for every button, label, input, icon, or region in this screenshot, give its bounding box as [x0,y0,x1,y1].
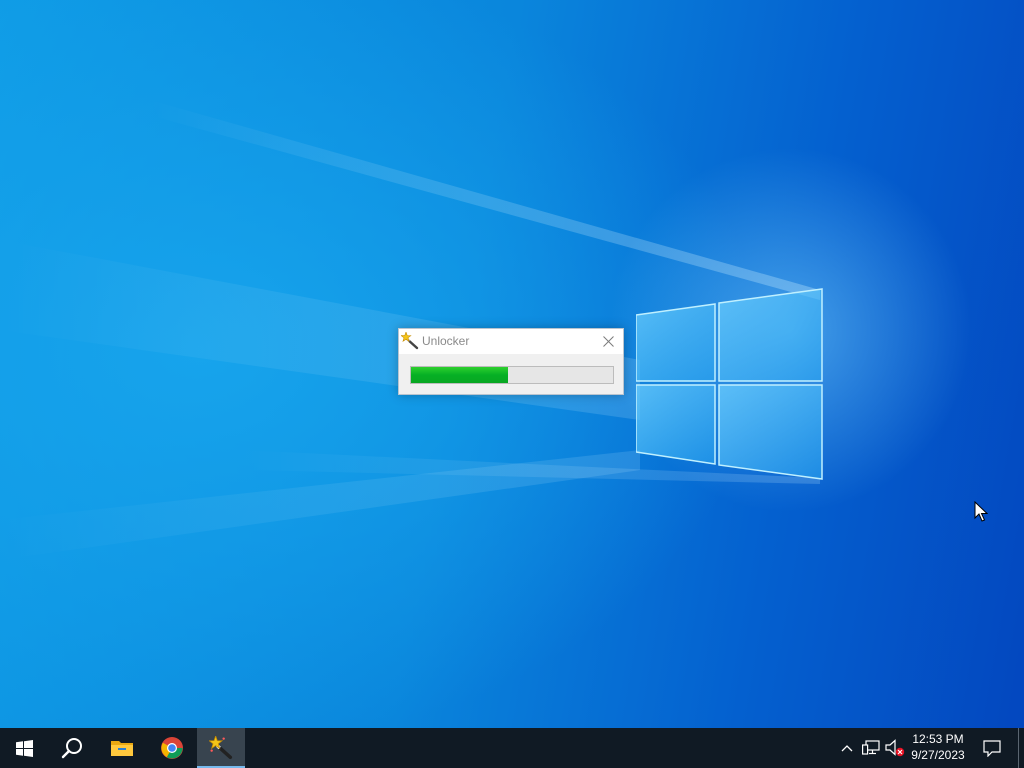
clock-time: 12:53 PM [912,732,964,746]
folder-icon [111,741,133,756]
volume-button[interactable] [884,728,906,768]
start-button[interactable] [0,728,48,768]
progress-bar-fill [411,367,508,383]
network-icon [862,740,880,755]
network-button[interactable] [860,728,882,768]
dialog-titlebar[interactable]: Unlocker [399,329,623,354]
dialog-title: Unlocker [422,334,470,348]
chrome-icon [161,737,183,759]
desktop-background: Unlocker [0,0,1024,728]
chrome-button[interactable] [148,728,196,768]
unlocker-dialog: Unlocker [398,328,624,395]
unlocker-taskbar-button[interactable] [197,728,245,768]
windows-logo-wallpaper [636,288,823,480]
notification-icon [983,739,1001,757]
show-hidden-icons-button[interactable] [838,728,856,768]
progress-bar [410,366,614,384]
close-icon [602,336,614,347]
chevron-up-icon [841,745,853,752]
mouse-cursor-icon [974,501,988,522]
action-center-button[interactable] [978,728,1006,768]
volume-muted-icon [885,739,905,757]
taskbar: 12:53 PM 9/27/2023 [0,728,1024,768]
windows-start-icon [15,739,33,757]
search-icon [61,738,82,759]
dialog-close-button[interactable] [593,329,623,354]
search-button[interactable] [48,728,96,768]
magic-wand-icon [401,332,419,350]
clock-date: 9/27/2023 [911,748,965,762]
show-desktop-button[interactable] [1018,728,1019,768]
file-explorer-button[interactable] [98,728,146,768]
magic-wand-icon [209,736,233,760]
taskbar-clock[interactable]: 12:53 PM 9/27/2023 [904,728,972,768]
